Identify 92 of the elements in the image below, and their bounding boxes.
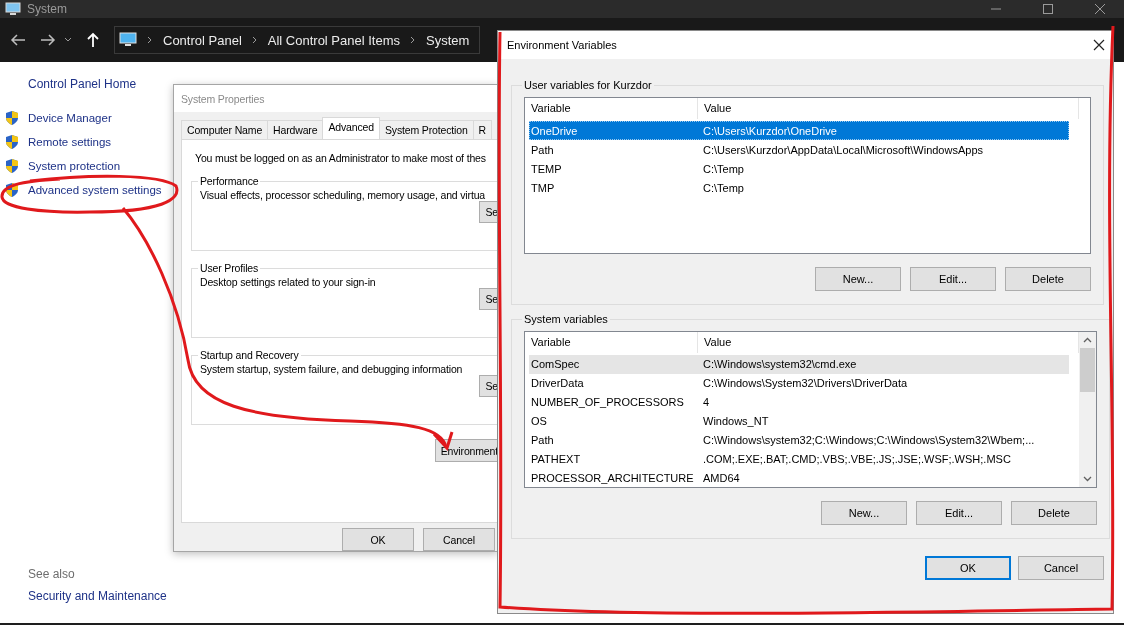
table-cell-text: Path	[530, 143, 555, 156]
group-title: User variables for Kurzdor	[523, 79, 653, 91]
table-cell-text: OneDrive	[530, 124, 579, 137]
table-cell-text: C:\Windows\System32\Drivers\DriverData	[702, 377, 909, 390]
table-cell-text: NUMBER_OF_PROCESSORS	[530, 396, 685, 409]
table-row[interactable]: DriverData C:\Windows\System32\Drivers\DriverData	[529, 373, 1069, 393]
table-cell-text: PROCESSOR_ARCHITECTURE	[530, 471, 695, 484]
table-row[interactable]: OS Windows_NT	[529, 411, 1069, 431]
sidebar-link[interactable]: Advanced system settings	[28, 184, 162, 196]
tab[interactable]: System Protection	[378, 120, 474, 139]
table-row[interactable]: TEMP C:\Temp	[529, 159, 1069, 178]
shield-icon	[5, 110, 19, 126]
window-title: System	[27, 2, 67, 16]
table-row[interactable]: Path C:\Windows\system32;C:\Windows;C:\Windows\System32\Wbem;...	[529, 430, 1069, 450]
scroll-down-icon[interactable]	[1083, 476, 1092, 482]
dialog-button[interactable]: OK	[925, 556, 1011, 580]
table-cell-text: C:\Users\Kurzdor\OneDrive	[702, 124, 838, 137]
breadcrumb[interactable]: System	[426, 32, 470, 48]
table-cell-text: C:\Users\Kurzdor\AppData\Local\Microsoft\WindowsApps	[702, 143, 984, 156]
scrollbar-thumb[interactable]	[1080, 348, 1095, 392]
dialog-title: Environment Variables	[507, 39, 617, 51]
dialog-button[interactable]: Cancel	[1018, 556, 1104, 580]
address-bar[interactable]: Control Panel All Control Panel Items System	[114, 26, 480, 54]
dialog-button[interactable]: New...	[815, 267, 901, 291]
dialog-button[interactable]: Edit...	[910, 267, 996, 291]
dialog-title: System Properties	[181, 92, 265, 105]
chevron-icon	[147, 36, 153, 44]
chevron-icon	[410, 36, 416, 44]
monitor-icon	[119, 32, 137, 48]
dialog-button[interactable]: Delete	[1005, 267, 1091, 291]
scroll-up-icon[interactable]	[1083, 337, 1092, 343]
table-cell-text: TEMP	[530, 162, 563, 175]
table-cell-text: OS	[530, 415, 548, 427]
table-row[interactable]: Path C:\Users\Kurzdor\AppData\Local\Microsoft\WindowsApps	[529, 140, 1069, 159]
scrollbar[interactable]	[1079, 332, 1096, 487]
table-cell-text: C:\Windows\system32;C:\Windows;C:\Windows\System32\Wbem;...	[702, 433, 1036, 446]
table-cell-text: Path	[530, 433, 555, 446]
table-cell-text: ComSpec	[530, 358, 581, 371]
chevron-icon	[251, 36, 258, 44]
table-cell-text: C:\Temp	[702, 162, 745, 175]
up-arrow-icon[interactable]	[86, 32, 100, 48]
table-row[interactable]: PATHEXT .COM;.EXE;.BAT;.CMD;.VBS;.VBE;.JS;.JSE;.WSF;.WSH;.MSC	[529, 449, 1069, 469]
dialog-button[interactable]: Delete	[1011, 501, 1097, 525]
table-cell-text: AMD64	[702, 471, 741, 484]
table-cell-text: 4	[702, 396, 711, 409]
breadcrumb[interactable]: All Control Panel Items	[267, 32, 400, 48]
table-row[interactable]: PROCESSOR_ARCHITECTURE AMD64	[529, 468, 1069, 487]
tab[interactable]: Computer Name	[181, 120, 269, 139]
sidebar-link[interactable]: Security and Maintenance	[28, 589, 167, 603]
table-cell-text: C:\Windows\system32\cmd.exe	[702, 358, 858, 371]
dropdown-caret-icon[interactable]	[64, 37, 72, 43]
group-title: User Profiles	[199, 262, 260, 274]
table-row[interactable]: TMP C:\Temp	[529, 178, 1069, 197]
dialog-button[interactable]: Edit...	[916, 501, 1002, 525]
sidebar-link[interactable]: Control Panel Home	[28, 77, 137, 91]
group-description: Visual effects, processor scheduling, memory usage, and virtua	[200, 189, 487, 201]
monitor-icon	[5, 2, 21, 16]
shield-icon	[5, 158, 19, 174]
sidebar-link[interactable]: Device Manager	[28, 112, 112, 124]
breadcrumb[interactable]: Control Panel	[163, 32, 242, 48]
column-header[interactable]: Value	[698, 98, 1079, 119]
section-heading: See also	[28, 567, 75, 581]
environment-button[interactable]: Environment	[434, 439, 498, 462]
column-header[interactable]: Variable	[529, 98, 698, 119]
column-header[interactable]: Variable	[529, 332, 698, 353]
table-cell-text: DriverData	[530, 377, 585, 390]
group-description: System startup, system failure, and debugging information	[200, 363, 464, 375]
table-row[interactable]: OneDrive C:\Users\Kurzdor\OneDrive	[529, 121, 1069, 140]
table-cell-text: Windows_NT	[702, 415, 770, 427]
dialog-button[interactable]: New...	[821, 501, 907, 525]
back-arrow-icon[interactable]	[10, 33, 26, 47]
shield-icon	[5, 134, 19, 150]
tab[interactable]: Advanced	[322, 117, 380, 139]
table-cell-text: PATHEXT	[530, 452, 582, 465]
dialog-button[interactable]: OK	[342, 528, 414, 551]
forward-arrow-icon[interactable]	[40, 33, 56, 47]
table-cell-text: .COM;.EXE;.BAT;.CMD;.VBS;.VBE;.JS;.JSE;.WSF;.WSH;.MSC	[702, 452, 1012, 465]
table-row[interactable]: ComSpec C:\Windows\system32\cmd.exe	[529, 355, 1069, 374]
group-title: Startup and Recovery	[199, 349, 300, 361]
table-cell-text: TMP	[530, 181, 556, 194]
close-icon[interactable]	[1093, 39, 1105, 51]
group-description: Desktop settings related to your sign-in	[200, 276, 377, 288]
table-cell-text: C:\Temp	[702, 181, 745, 194]
dialog-button[interactable]: Cancel	[423, 528, 495, 551]
table-row[interactable]: NUMBER_OF_PROCESSORS 4	[529, 392, 1069, 412]
sidebar-link[interactable]: System protection	[28, 160, 121, 172]
sidebar-link[interactable]: Remote settings	[28, 136, 112, 148]
maximize-icon[interactable]	[1042, 3, 1054, 15]
group-title: System variables	[523, 313, 609, 325]
group-title: Performance	[199, 175, 260, 187]
shield-icon	[5, 182, 19, 198]
notice-text: You must be logged on as an Administrator to make most of thes	[195, 152, 487, 164]
